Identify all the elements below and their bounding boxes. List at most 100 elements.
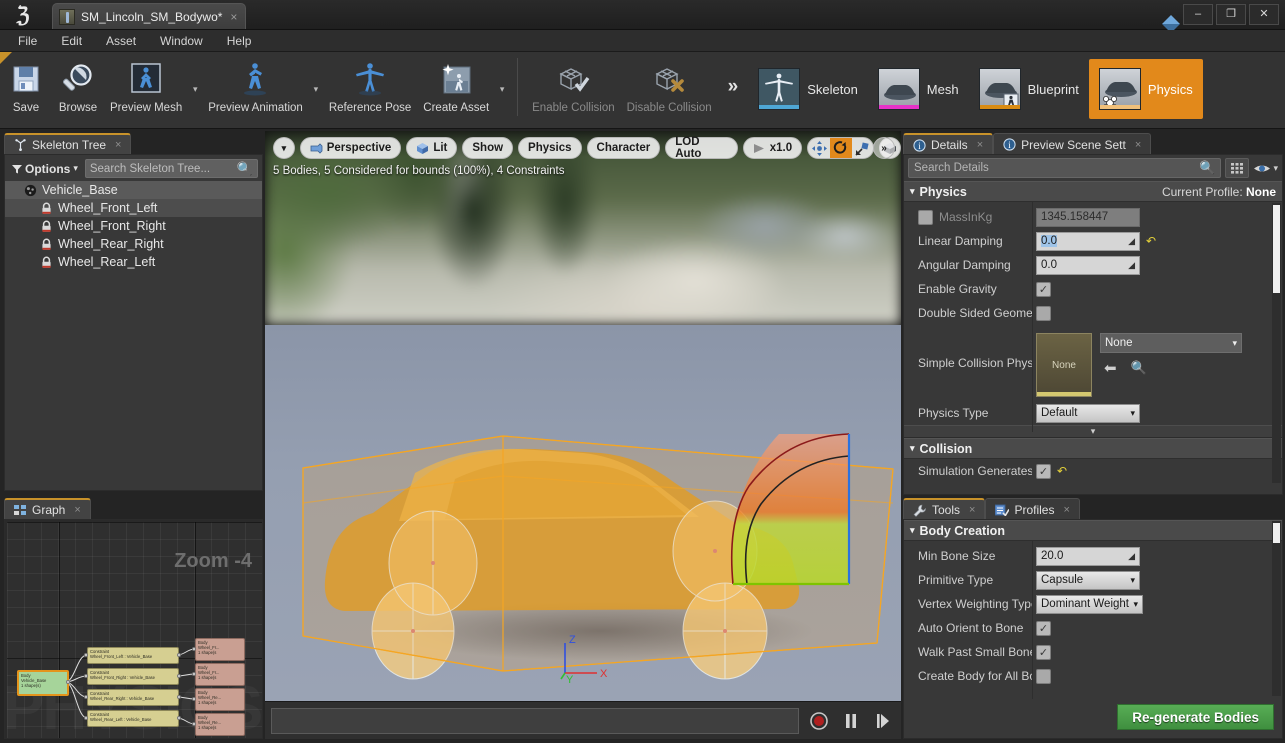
timeline-scrubber[interactable] bbox=[271, 708, 799, 734]
viewport-overflow-button[interactable]: » bbox=[873, 137, 895, 159]
preview-animation-dropdown-caret[interactable]: ▾ bbox=[309, 82, 323, 96]
tree-item-wheel-rear-right[interactable]: Wheel_Rear_Right bbox=[5, 235, 262, 253]
tab-profiles-close-icon[interactable]: × bbox=[1063, 504, 1069, 516]
tab-graph[interactable]: Graph × bbox=[4, 498, 91, 520]
toolbar-preview-mesh-button[interactable]: Preview Mesh bbox=[104, 52, 188, 124]
mode-mesh[interactable]: Mesh bbox=[868, 59, 969, 119]
tab-details[interactable]: i Details × bbox=[903, 133, 993, 155]
double-sided-geometry-checkbox[interactable]: ✓ bbox=[1036, 306, 1051, 321]
tab-preview-scene-settings-close-icon[interactable]: × bbox=[1135, 139, 1141, 151]
details-section-physics-header[interactable]: ▾ Physics Current Profile: None bbox=[904, 181, 1282, 202]
details-search-input[interactable]: Search Details 🔍 bbox=[908, 158, 1221, 178]
create-body-for-all-bones-checkbox[interactable]: ✓ bbox=[1036, 669, 1051, 684]
browse-asset-icon[interactable]: 🔍 bbox=[1131, 360, 1147, 376]
toolbar-enable-collision-button[interactable]: Enable Collision bbox=[526, 52, 620, 124]
record-button[interactable] bbox=[807, 708, 831, 734]
graph-node-body-wheel-fr[interactable]: Body Wheel_Fr... 1 shape(s bbox=[195, 663, 245, 686]
viewport-lit-button[interactable]: Lit bbox=[406, 137, 457, 159]
graph-node-constraint-fl[interactable]: Constraint Wheel_Front_Left : Vehicle_Ba… bbox=[87, 647, 179, 664]
menu-item-edit[interactable]: Edit bbox=[51, 32, 92, 50]
angular-damping-field[interactable]: 0.0 ◢ bbox=[1036, 256, 1140, 275]
viewport-physics-button[interactable]: Physics bbox=[518, 137, 581, 159]
simple-collision-asset-thumbnail[interactable]: None bbox=[1036, 333, 1092, 397]
simulation-generates-checkbox[interactable]: ✓ bbox=[1036, 464, 1051, 479]
graph-node-constraint-fr[interactable]: Constraint Wheel_Front_Right : Vehicle_B… bbox=[87, 668, 179, 685]
toolbar-reference-pose-button[interactable]: Reference Pose bbox=[323, 52, 417, 124]
minimize-button[interactable]: – bbox=[1183, 4, 1213, 25]
pause-button[interactable] bbox=[839, 708, 863, 734]
asset-tab[interactable]: SM_Lincoln_SM_Bodywo* × bbox=[52, 3, 246, 29]
details-section-expander[interactable]: ▾ bbox=[904, 425, 1282, 438]
mode-skeleton[interactable]: Skeleton bbox=[748, 59, 868, 119]
toolbar-overflow-chevron[interactable]: » bbox=[718, 76, 749, 98]
preview-mesh-dropdown-caret[interactable]: ▾ bbox=[188, 82, 202, 96]
menu-item-file[interactable]: File bbox=[8, 32, 47, 50]
create-asset-dropdown-caret[interactable]: ▾ bbox=[495, 82, 509, 96]
graph-node-body-wheel-fl[interactable]: Body Wheel_Fr... 1 shape(s bbox=[195, 638, 245, 661]
linear-damping-field[interactable]: 0.0 ◢ bbox=[1036, 232, 1140, 251]
physics-type-dropdown[interactable]: Default ▾ bbox=[1036, 404, 1140, 423]
primitive-type-dropdown[interactable]: Capsule ▾ bbox=[1036, 571, 1140, 590]
viewport-lod-button[interactable]: LOD Auto bbox=[665, 137, 738, 159]
simple-collision-asset-picker[interactable]: None ▾ bbox=[1100, 333, 1242, 353]
tools-section-body-creation-header[interactable]: ▾ Body Creation bbox=[904, 520, 1282, 541]
spinner-icon[interactable]: ◢ bbox=[1128, 260, 1135, 271]
tab-preview-scene-settings[interactable]: i Preview Scene Sett × bbox=[993, 133, 1151, 155]
toolbar-create-asset-button[interactable]: Create Asset bbox=[417, 52, 495, 124]
viewport-character-button[interactable]: Character bbox=[587, 137, 661, 159]
graph-node-body-wheel-rl[interactable]: Body Wheel_Re... 1 shape(s bbox=[195, 713, 245, 736]
graph-body[interactable]: PHYSICS Zoom -4 Body bbox=[4, 519, 263, 739]
tree-item-vehicle-base[interactable]: Vehicle_Base bbox=[5, 181, 262, 199]
menu-item-window[interactable]: Window bbox=[150, 32, 213, 50]
viewport-show-button[interactable]: Show bbox=[462, 137, 513, 159]
viewport-perspective-button[interactable]: Perspective bbox=[300, 137, 402, 159]
menu-item-asset[interactable]: Asset bbox=[96, 32, 146, 50]
close-button[interactable]: ✕ bbox=[1249, 4, 1279, 25]
menu-item-help[interactable]: Help bbox=[217, 32, 262, 50]
asset-tab-close-icon[interactable]: × bbox=[228, 10, 237, 24]
tools-scrollbar[interactable] bbox=[1272, 521, 1281, 696]
use-selected-asset-icon[interactable]: ⬅ bbox=[1104, 359, 1117, 377]
skeleton-options-button[interactable]: Options ▾ bbox=[9, 160, 81, 178]
toolbar-preview-animation-button[interactable]: Preview Animation bbox=[202, 52, 309, 124]
tree-item-wheel-front-left[interactable]: Wheel_Front_Left bbox=[5, 199, 262, 217]
details-scrollbar[interactable] bbox=[1272, 203, 1281, 483]
walk-past-small-bone-checkbox[interactable]: ✓ bbox=[1036, 645, 1051, 660]
tab-skeleton-tree-close-icon[interactable]: × bbox=[115, 139, 121, 151]
tab-tools-close-icon[interactable]: × bbox=[969, 504, 975, 516]
tab-tools[interactable]: Tools × bbox=[903, 498, 985, 520]
grid-view-icon[interactable] bbox=[1225, 158, 1249, 178]
revert-icon[interactable]: ↶ bbox=[1146, 234, 1156, 248]
vertex-weighting-type-dropdown[interactable]: Dominant Weight ▾ bbox=[1036, 595, 1143, 614]
viewport[interactable]: Z X Y ▾ Perspective bbox=[265, 131, 901, 739]
tab-graph-close-icon[interactable]: × bbox=[74, 504, 80, 516]
mass-override-checkbox[interactable]: ✓ bbox=[918, 210, 933, 225]
graph-canvas[interactable]: PHYSICS Zoom -4 Body bbox=[7, 522, 262, 738]
graph-node-body-vehicle-base[interactable]: Body Vehicle_Base 1 shape(s) bbox=[17, 670, 69, 696]
revert-icon[interactable]: ↶ bbox=[1057, 464, 1067, 478]
rotate-gizmo-icon[interactable] bbox=[830, 138, 852, 158]
graph-node-body-wheel-rr[interactable]: Body Wheel_Re... 1 shape(s bbox=[195, 688, 245, 711]
tree-item-wheel-front-right[interactable]: Wheel_Front_Right bbox=[5, 217, 262, 235]
mode-physics[interactable]: Physics bbox=[1089, 59, 1203, 119]
skeleton-search-input[interactable]: Search Skeleton Tree... 🔍 bbox=[85, 159, 258, 178]
enable-gravity-checkbox[interactable]: ✓ bbox=[1036, 282, 1051, 297]
min-bone-size-field[interactable]: 20.0 ◢ bbox=[1036, 547, 1140, 566]
maximize-button[interactable]: ❐ bbox=[1216, 4, 1246, 25]
tree-item-wheel-rear-left[interactable]: Wheel_Rear_Left bbox=[5, 253, 262, 271]
spinner-icon[interactable]: ◢ bbox=[1128, 236, 1135, 247]
graph-node-constraint-rr[interactable]: Constraint Wheel_Rear_Right : Vehicle_Ba… bbox=[87, 689, 179, 706]
details-visibility-button[interactable]: ▾ bbox=[1253, 162, 1278, 175]
toolbar-disable-collision-button[interactable]: Disable Collision bbox=[621, 52, 718, 124]
viewport-playback-speed-button[interactable]: x1.0 bbox=[743, 137, 802, 159]
viewport-scene[interactable]: Z X Y ▾ Perspective bbox=[265, 131, 901, 701]
mode-blueprint[interactable]: Blueprint bbox=[969, 59, 1089, 119]
scale-gizmo-icon[interactable] bbox=[852, 138, 874, 158]
step-forward-button[interactable] bbox=[871, 708, 895, 734]
auto-orient-to-bone-checkbox[interactable]: ✓ bbox=[1036, 621, 1051, 636]
tab-profiles[interactable]: Profiles × bbox=[985, 498, 1079, 520]
details-section-collision-header[interactable]: ▾ Collision bbox=[904, 438, 1282, 459]
spinner-icon[interactable]: ◢ bbox=[1128, 551, 1135, 562]
ue-settings-icon[interactable] bbox=[1162, 6, 1180, 24]
viewport-menu-button[interactable]: ▾ bbox=[273, 137, 295, 159]
